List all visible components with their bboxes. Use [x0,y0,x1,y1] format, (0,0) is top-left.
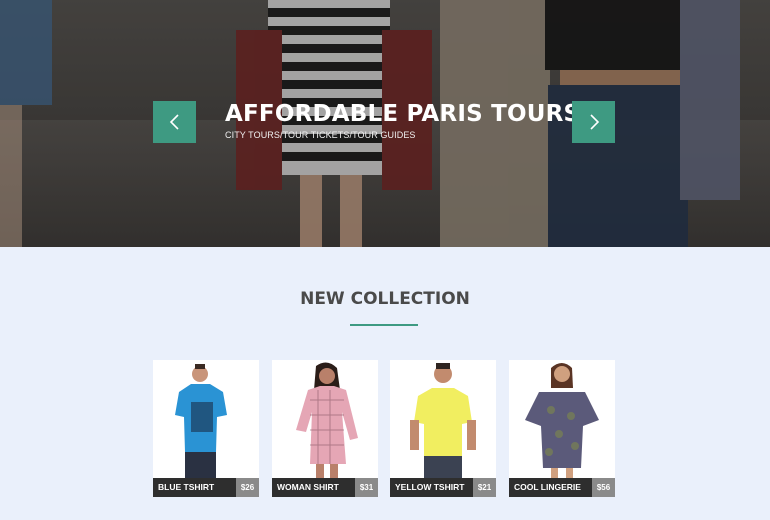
chevron-right-icon [589,114,599,130]
section-title: NEW COLLECTION [300,289,470,309]
chevron-left-icon [169,114,179,130]
product-image [296,362,358,478]
product-price: $26 [236,478,259,497]
hero-subtitle: CITY TOURS/TOUR TICKETS/TOUR GUIDES [225,130,416,140]
product-image [175,364,227,478]
product-card-blue-tshirt[interactable]: BLUE TSHIRT $26 [153,360,259,497]
product-name: WOMAN SHIRT [277,482,339,492]
product-name: YELLOW TSHIRT [395,482,465,492]
product-name: BLUE TSHIRT [158,482,215,492]
hero-title: AFFORDABLE PARIS TOURS [225,101,581,127]
hero-slider: AFFORDABLE PARIS TOURS CITY TOURS/TOUR T… [0,0,770,247]
product-card-cool-lingerie[interactable]: COOL LINGERIE $56 [509,360,615,497]
product-price: $31 [355,478,378,497]
section-divider [350,324,418,326]
product-card-yellow-tshirt[interactable]: YELLOW TSHIRT $21 [390,360,496,497]
product-card-woman-shirt[interactable]: WOMAN SHIRT $31 [272,360,378,497]
slider-prev-button[interactable] [153,101,196,143]
product-image [410,363,476,478]
product-image [525,363,599,478]
product-name: COOL LINGERIE [514,482,581,492]
slider-next-button[interactable] [572,101,615,143]
product-price: $56 [592,478,615,497]
product-price: $21 [473,478,496,497]
